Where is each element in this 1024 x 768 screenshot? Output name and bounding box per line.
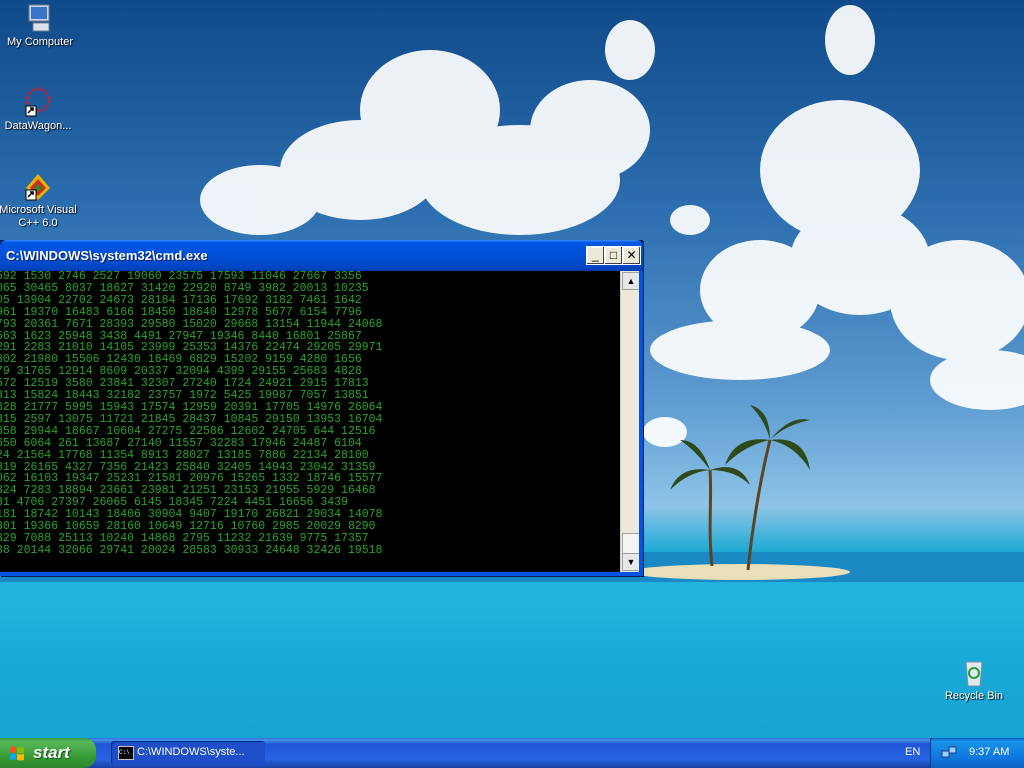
cmd-window[interactable]: C:\WINDOWS\system32\cmd.exe _ □ ✕ 592 15… — [0, 240, 643, 576]
datawagon-icon — [22, 86, 54, 118]
maximize-button[interactable]: □ — [604, 246, 623, 265]
my-computer-icon — [24, 2, 56, 34]
desktop-icon-label: My Computer — [6, 36, 74, 48]
windows-flag-icon — [10, 746, 24, 761]
taskbar: start C:\ C:\WINDOWS\syste... EN 9:37 AM — [0, 738, 1024, 768]
console-line: 858 29944 18667 10604 27275 22586 12602 … — [0, 424, 376, 438]
visual-cpp-icon — [22, 170, 54, 202]
network-icon[interactable] — [941, 745, 957, 761]
desktop-icon-label: Recycle Bin — [944, 690, 1004, 702]
console-output[interactable]: 592 1530 2746 2527 19060 23575 17593 110… — [0, 271, 620, 572]
scroll-thumb[interactable] — [622, 533, 640, 555]
desktop-icon-label: DataWagon... — [4, 120, 72, 132]
console-line: 961 19370 16483 6166 18450 18640 12978 5… — [0, 305, 362, 319]
window-border-bottom — [0, 572, 643, 576]
console-line: 650 6064 261 13687 27140 11557 32283 179… — [0, 436, 362, 450]
start-button[interactable]: start — [0, 738, 96, 768]
close-button[interactable]: ✕ — [622, 246, 641, 265]
recycle-bin-icon — [958, 656, 990, 688]
window-titlebar[interactable]: C:\WINDOWS\system32\cmd.exe _ □ ✕ — [0, 240, 643, 271]
cmd-icon: C:\ — [118, 746, 134, 760]
minimize-button[interactable]: _ — [586, 246, 605, 265]
console-line: 24 21564 17768 11354 8913 28027 13185 78… — [0, 448, 369, 462]
system-tray: 9:37 AM — [930, 738, 1024, 768]
start-label: start — [33, 743, 70, 762]
console-line: 38 20144 32066 29741 20024 28583 30933 2… — [0, 543, 383, 557]
console-line: 793 20361 7671 28393 29580 15020 29668 1… — [0, 317, 383, 331]
scroll-down-button[interactable]: ▼ — [622, 553, 640, 571]
desktop-icon-label: Microsoft Visual C++ 6.0 — [0, 204, 77, 229]
desktop-icon-my-computer[interactable]: My Computer — [0, 2, 80, 49]
scroll-up-button[interactable]: ▲ — [622, 272, 640, 290]
clock[interactable]: 9:37 AM — [969, 746, 1009, 758]
taskbar-item-cmd[interactable]: C:\ C:\WINDOWS\syste... — [111, 741, 265, 765]
window-border-right — [639, 271, 643, 576]
console-line: 05 13904 22702 24673 28184 17136 17692 3… — [0, 293, 362, 307]
language-indicator[interactable]: EN — [905, 746, 920, 758]
desktop-icon-datawagon[interactable]: DataWagon... — [0, 86, 78, 133]
desktop-icon-visual-cpp[interactable]: Microsoft Visual C++ 6.0 — [0, 170, 78, 230]
taskbar-item-label: C:\WINDOWS\syste... — [137, 746, 245, 758]
console-line: 815 2597 13075 11721 21845 28437 10845 2… — [0, 412, 383, 426]
window-title: C:\WINDOWS\system32\cmd.exe — [6, 248, 208, 263]
desktop-icon-recycle-bin[interactable]: Recycle Bin — [934, 656, 1014, 703]
vertical-scrollbar[interactable]: ▲ ▼ — [620, 271, 640, 572]
